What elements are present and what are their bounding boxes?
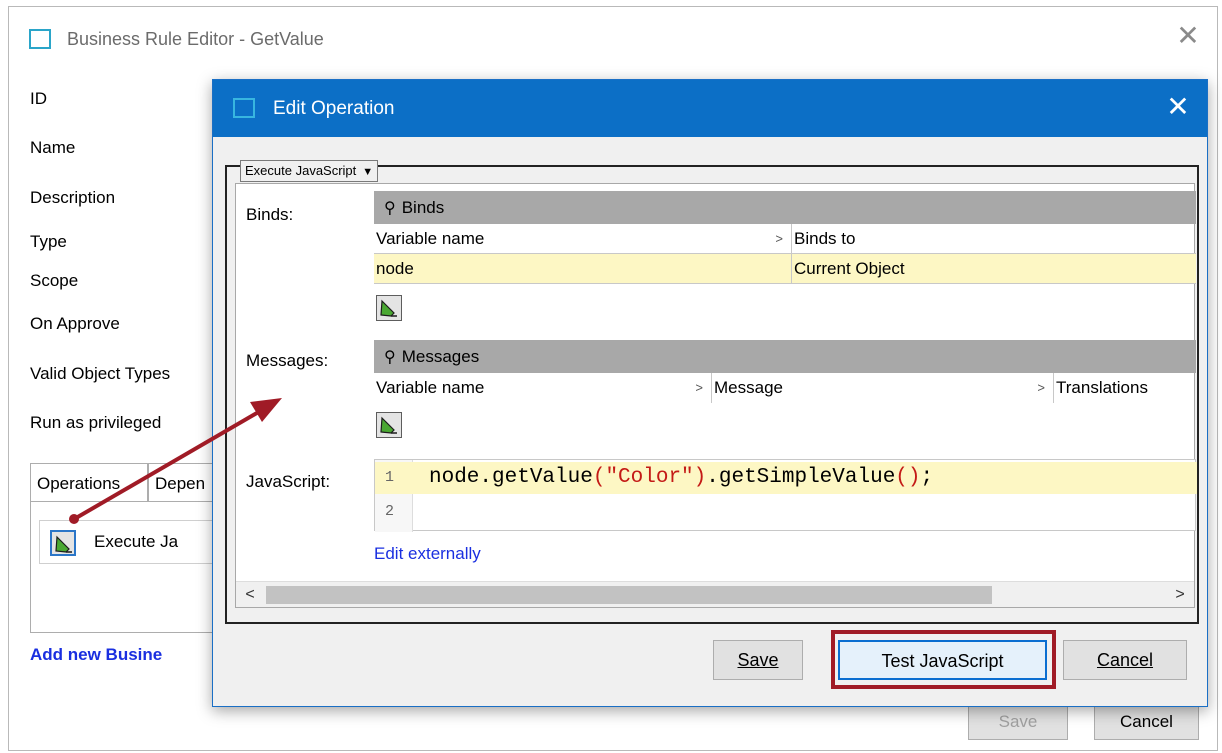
javascript-code-editor[interactable]: 1 node.getValue("Color").getSimpleValue(… — [374, 459, 1197, 532]
column-header-label: Variable name — [376, 229, 485, 248]
edit-operation-button[interactable] — [50, 530, 76, 556]
save-button[interactable]: Save — [713, 640, 803, 680]
scroll-left-icon[interactable]: < — [240, 582, 260, 608]
column-header-label: Translations — [1056, 378, 1148, 397]
code-line-2[interactable]: 2 — [375, 496, 1197, 528]
label-scope: Scope — [30, 271, 79, 290]
edit-messages-button[interactable] — [376, 412, 402, 438]
messages-label: Messages: — [246, 351, 329, 370]
column-header-label: Binds to — [794, 229, 856, 248]
operation-type-select[interactable]: Execute JavaScript ▼ — [240, 160, 379, 182]
table-row[interactable]: node Current Object — [374, 254, 1196, 284]
column-header-label: Message — [714, 378, 783, 397]
test-javascript-button[interactable]: Test JavaScript — [838, 640, 1047, 680]
label-on-approve: On Approve — [30, 314, 120, 333]
chevron-right-icon: > — [775, 231, 783, 246]
bg-window-title: Business Rule Editor - GetValue — [67, 29, 324, 49]
binds-col-variable-name[interactable]: Variable name > — [374, 224, 792, 254]
scroll-right-icon[interactable]: > — [1170, 582, 1190, 608]
binds-grid-header: ⚲ Binds — [374, 191, 1196, 224]
operation-type-value: Execute JavaScript — [245, 163, 357, 178]
edit-operation-title: Edit Operation — [273, 98, 395, 119]
bind-target-cell[interactable]: Current Object — [792, 254, 1196, 284]
label-name: Name — [30, 138, 76, 157]
binds-header-text: Binds — [401, 198, 445, 217]
messages-col-variable-name[interactable]: Variable name > — [374, 373, 712, 403]
dropdown-arrow-icon: ▼ — [362, 166, 374, 178]
horizontal-scrollbar[interactable]: < > — [236, 581, 1194, 607]
code-line-1[interactable]: 1 node.getValue("Color").getSimpleValue(… — [375, 462, 1197, 494]
operation-editor-panel: Binds: ⚲ Binds Variable name > Binds to no… — [235, 183, 1197, 608]
bind-variable-cell[interactable]: node — [374, 254, 792, 284]
save-button-label: Save — [737, 650, 779, 670]
cancel-button-label: Cancel — [1096, 650, 1154, 670]
label-valid-object-types: Valid Object Types — [30, 364, 171, 383]
label-run-as-privileged: Run as privileged — [30, 413, 162, 432]
label-type: Type — [30, 232, 67, 251]
binds-column-headers: Variable name > Binds to — [374, 224, 1196, 254]
operations-panel: Execute Ja — [30, 501, 249, 633]
bg-cancel-button[interactable]: Cancel — [1094, 704, 1199, 740]
pin-icon[interactable]: ⚲ — [384, 349, 396, 366]
close-icon[interactable]: ✕ — [1163, 92, 1193, 122]
messages-col-translations[interactable]: Translations — [1054, 373, 1196, 403]
edit-externally-link[interactable]: Edit externally — [374, 544, 481, 564]
window-icon — [233, 98, 255, 118]
chevron-right-icon: > — [695, 380, 703, 395]
operation-item-label: Execute Ja — [94, 532, 179, 551]
pencil-icon — [55, 535, 72, 553]
pencil-icon — [380, 299, 397, 317]
add-new-business-action-link[interactable]: Add new Busine — [30, 645, 162, 665]
edit-operation-dialog: Edit Operation ✕ Execute JavaScript ▼ Bin… — [212, 79, 1208, 707]
messages-grid-header: ⚲ Messages — [374, 340, 1196, 373]
close-icon[interactable]: ✕ — [1173, 21, 1203, 51]
messages-column-headers: Variable name > Message > Translations — [374, 373, 1196, 403]
bg-save-button[interactable]: Save — [968, 704, 1068, 740]
column-header-label: Variable name — [376, 378, 485, 397]
cancel-button[interactable]: Cancel — [1063, 640, 1187, 680]
line-number: 2 — [385, 503, 395, 520]
messages-header-text: Messages — [401, 347, 480, 366]
binds-col-binds-to[interactable]: Binds to — [792, 224, 1196, 254]
javascript-label: JavaScript: — [246, 472, 331, 491]
scrollbar-thumb[interactable] — [266, 586, 992, 604]
line-number: 1 — [385, 469, 395, 486]
pin-icon[interactable]: ⚲ — [384, 200, 396, 217]
label-id: ID — [30, 89, 47, 108]
edit-binds-button[interactable] — [376, 295, 402, 321]
label-description: Description — [30, 188, 116, 207]
edit-operation-titlebar: Edit Operation ✕ — [213, 80, 1207, 137]
bg-titlebar: Business Rule Editor - GetValue ✕ — [9, 7, 1217, 71]
pencil-icon — [380, 416, 397, 434]
code-text: node.getValue("Color").getSimpleValue(); — [429, 466, 934, 489]
chevron-right-icon: > — [1037, 380, 1045, 395]
messages-col-message[interactable]: Message > — [712, 373, 1054, 403]
window-icon — [29, 29, 51, 49]
binds-label: Binds: — [246, 205, 294, 224]
